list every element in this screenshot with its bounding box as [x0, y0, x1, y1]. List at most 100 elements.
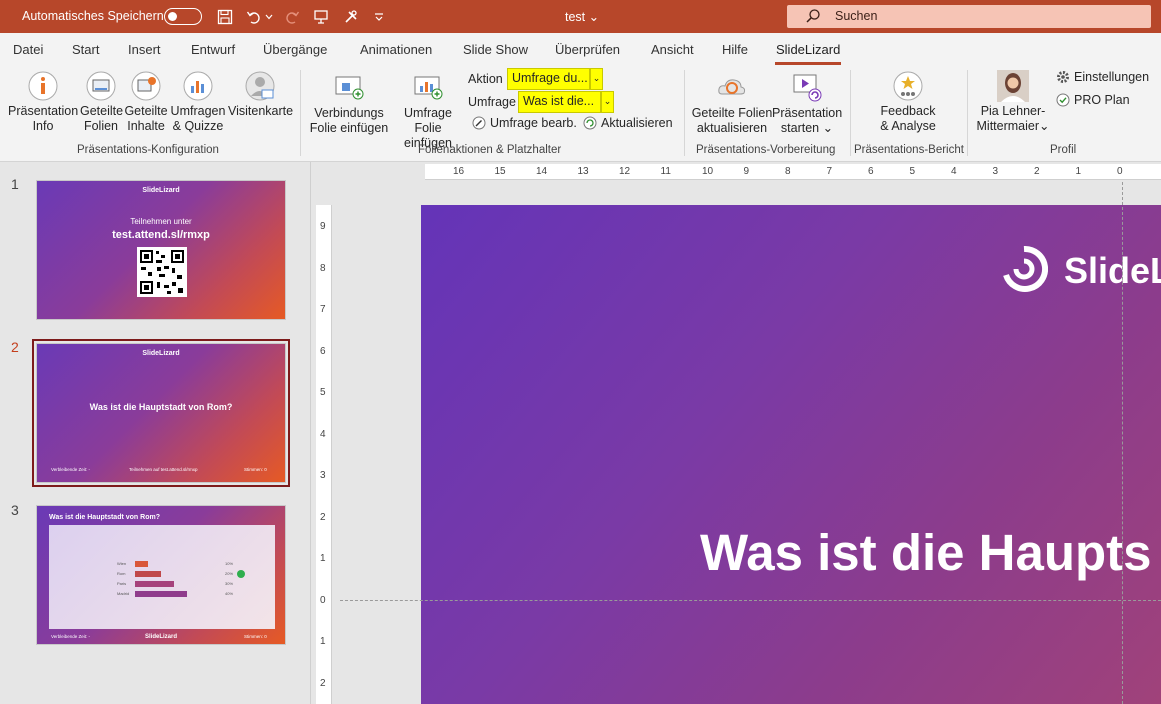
search-placeholder: Suchen: [835, 9, 878, 23]
feedback-label-2: & Analyse: [880, 119, 936, 133]
update-shared-slides-button[interactable]: Geteilte Folien aktualisieren: [690, 72, 774, 136]
ruler-tick-label: 1: [320, 636, 326, 647]
presentation-info-label-2: Info: [32, 119, 54, 133]
tab-ansicht[interactable]: Ansicht: [651, 42, 694, 57]
ruler-tick-label: 2: [320, 677, 326, 689]
redo-icon[interactable]: [281, 6, 303, 28]
slide-number: 3: [11, 502, 19, 518]
ruler-tick-label: 13: [577, 166, 589, 177]
tab-uebergaenge[interactable]: Übergänge: [263, 42, 327, 57]
poll-option-label: Wien: [117, 561, 126, 566]
vertical-ruler: 9 8 7 6 5 4 3 2 1 0 1 2: [316, 205, 332, 704]
vertical-guide[interactable]: [1122, 182, 1123, 704]
horizontal-guide[interactable]: [340, 600, 1161, 601]
ruler-tick-label: 7: [320, 304, 326, 315]
ruler-tick-label: 9: [743, 166, 750, 177]
update-shared-label-2: aktualisieren: [696, 121, 768, 135]
votes-count: Stimmen: 0: [244, 634, 267, 639]
ruler-tick-label: 3: [320, 470, 326, 481]
ruler-tick-label: 8: [785, 166, 791, 177]
group-label-slide-actions: Folienaktionen & Platzhalter: [418, 144, 562, 156]
present-icon[interactable]: [310, 6, 332, 28]
gear-icon: [1057, 71, 1069, 83]
tab-entwurf[interactable]: Entwurf: [191, 42, 235, 57]
action-select-chevron-icon[interactable]: ⌄: [590, 68, 603, 90]
pro-plan-label: PRO Plan: [1074, 93, 1130, 107]
start-presentation-button[interactable]: Präsentation starten ⌄: [772, 72, 842, 136]
ruler-tick-label: 4: [951, 166, 957, 177]
tab-slide-show[interactable]: Slide Show: [463, 42, 528, 57]
tab-animationen[interactable]: Animationen: [360, 42, 432, 57]
poll-percent-label: 40%: [225, 591, 233, 596]
autosave-label: Automatisches Speichern: [22, 9, 164, 23]
autosave-toggle[interactable]: [164, 8, 202, 25]
user-profile-button[interactable]: Pia Lehner- Mittermaier⌄: [972, 70, 1054, 134]
cloud-sync-icon: [718, 79, 746, 95]
ribbon: Präsentation Info Geteilte Folien Geteil…: [0, 66, 1161, 162]
tab-start[interactable]: Start: [72, 42, 99, 57]
insert-connection-slide-button[interactable]: Verbindungs Folie einfügen: [308, 72, 390, 136]
search-box[interactable]: Suchen: [787, 5, 1151, 28]
tab-insert[interactable]: Insert: [128, 42, 161, 57]
document-title[interactable]: test ⌄: [565, 9, 599, 24]
ruler-tick-label: 6: [868, 166, 874, 177]
tab-ueberpruefen[interactable]: Überprüfen: [555, 42, 620, 57]
tools-icon[interactable]: [340, 6, 362, 28]
save-icon[interactable]: [214, 6, 236, 28]
slide-title: Was ist die Hauptstadt von Rom?: [49, 514, 160, 521]
tab-slidelizard[interactable]: SlideLizard: [774, 42, 842, 65]
poll-result-bar: [135, 591, 187, 597]
poll-percent-label: 30%: [225, 581, 233, 586]
refresh-button[interactable]: Aktualisieren: [583, 116, 673, 130]
slide-number: 1: [11, 176, 19, 192]
shared-slides-button[interactable]: Geteilte Folien: [80, 70, 123, 134]
business-card-label: Visitenkarte: [228, 104, 294, 118]
poll-slide-label-1: Umfrage Folie: [404, 106, 452, 135]
feedback-analysis-button[interactable]: Feedback & Analyse: [872, 70, 944, 134]
group-separator: [300, 70, 301, 156]
customize-quick-access-icon[interactable]: [368, 6, 390, 28]
user-name-line-1: Pia Lehner-: [980, 104, 1046, 118]
poll-label: Umfrage: [468, 95, 516, 109]
settings-button[interactable]: Einstellungen: [1056, 70, 1149, 84]
poll-slide-icon: [414, 76, 443, 100]
pro-plan-button[interactable]: PRO Plan: [1056, 93, 1130, 107]
selected-slide-frame: [32, 339, 290, 487]
settings-label: Einstellungen: [1074, 70, 1150, 84]
insert-poll-slide-button[interactable]: Umfrage Folie einfügen: [390, 72, 466, 151]
slide-editor[interactable]: 16 15 14 13 12 11 10 9 8 7 6 5 4 3 2 1 0 987654321012 Sl…: [312, 162, 1161, 704]
ruler-tick-label: 2: [320, 511, 326, 523]
business-card-icon: [245, 71, 275, 101]
slide-number: 2: [11, 339, 19, 355]
ruler-tick-label: 9: [320, 221, 326, 232]
poll-result-bar: [135, 571, 161, 577]
slide-thumbnail-1[interactable]: SlideLizard Teilnehmen unter test.attend…: [36, 180, 286, 320]
presentation-info-button[interactable]: Präsentation Info: [8, 70, 78, 134]
info-icon: [28, 71, 58, 101]
polls-label-2: & Quizze: [172, 119, 224, 133]
tab-hilfe[interactable]: Hilfe: [722, 42, 748, 57]
ruler-tick-label: 5: [909, 166, 916, 177]
poll-select-chevron-icon[interactable]: ⌄: [601, 91, 614, 113]
slide-question-text[interactable]: Was ist die Haupts: [700, 523, 1152, 582]
ruler-tick-label: 0: [320, 594, 326, 606]
shared-content-icon: [131, 71, 161, 101]
current-slide[interactable]: SlideL Was ist die Haupts: [421, 205, 1161, 704]
undo-dropdown-icon[interactable]: [262, 6, 276, 28]
join-label: Teilnehmen unter: [130, 217, 192, 226]
poll-select[interactable]: Was ist die...: [518, 91, 601, 113]
business-card-button[interactable]: Visitenkarte: [228, 70, 294, 119]
polls-quizzes-button[interactable]: Umfragen & Quizze: [170, 70, 226, 134]
shared-content-button[interactable]: Geteilte Inhalte: [124, 70, 168, 134]
edit-poll-button[interactable]: Umfrage bearb.: [472, 116, 577, 130]
presentation-info-label-1: Präsentation: [8, 104, 79, 118]
slide-thumbnail-3[interactable]: Was ist die Hauptstadt von Rom? Wien 10% R…: [36, 505, 286, 645]
bar-chart-icon: [183, 71, 213, 101]
action-select[interactable]: Umfrage du...: [507, 68, 590, 90]
chevron-down-icon: ⌄: [1039, 119, 1050, 133]
tab-datei[interactable]: Datei: [13, 42, 43, 57]
update-shared-label-1: Geteilte Folien: [691, 106, 773, 120]
ruler-tick-label: 7: [826, 166, 833, 177]
group-label-presentation-prep: Präsentations-Vorbereitung: [696, 144, 836, 156]
poll-result-bar: [135, 561, 148, 567]
